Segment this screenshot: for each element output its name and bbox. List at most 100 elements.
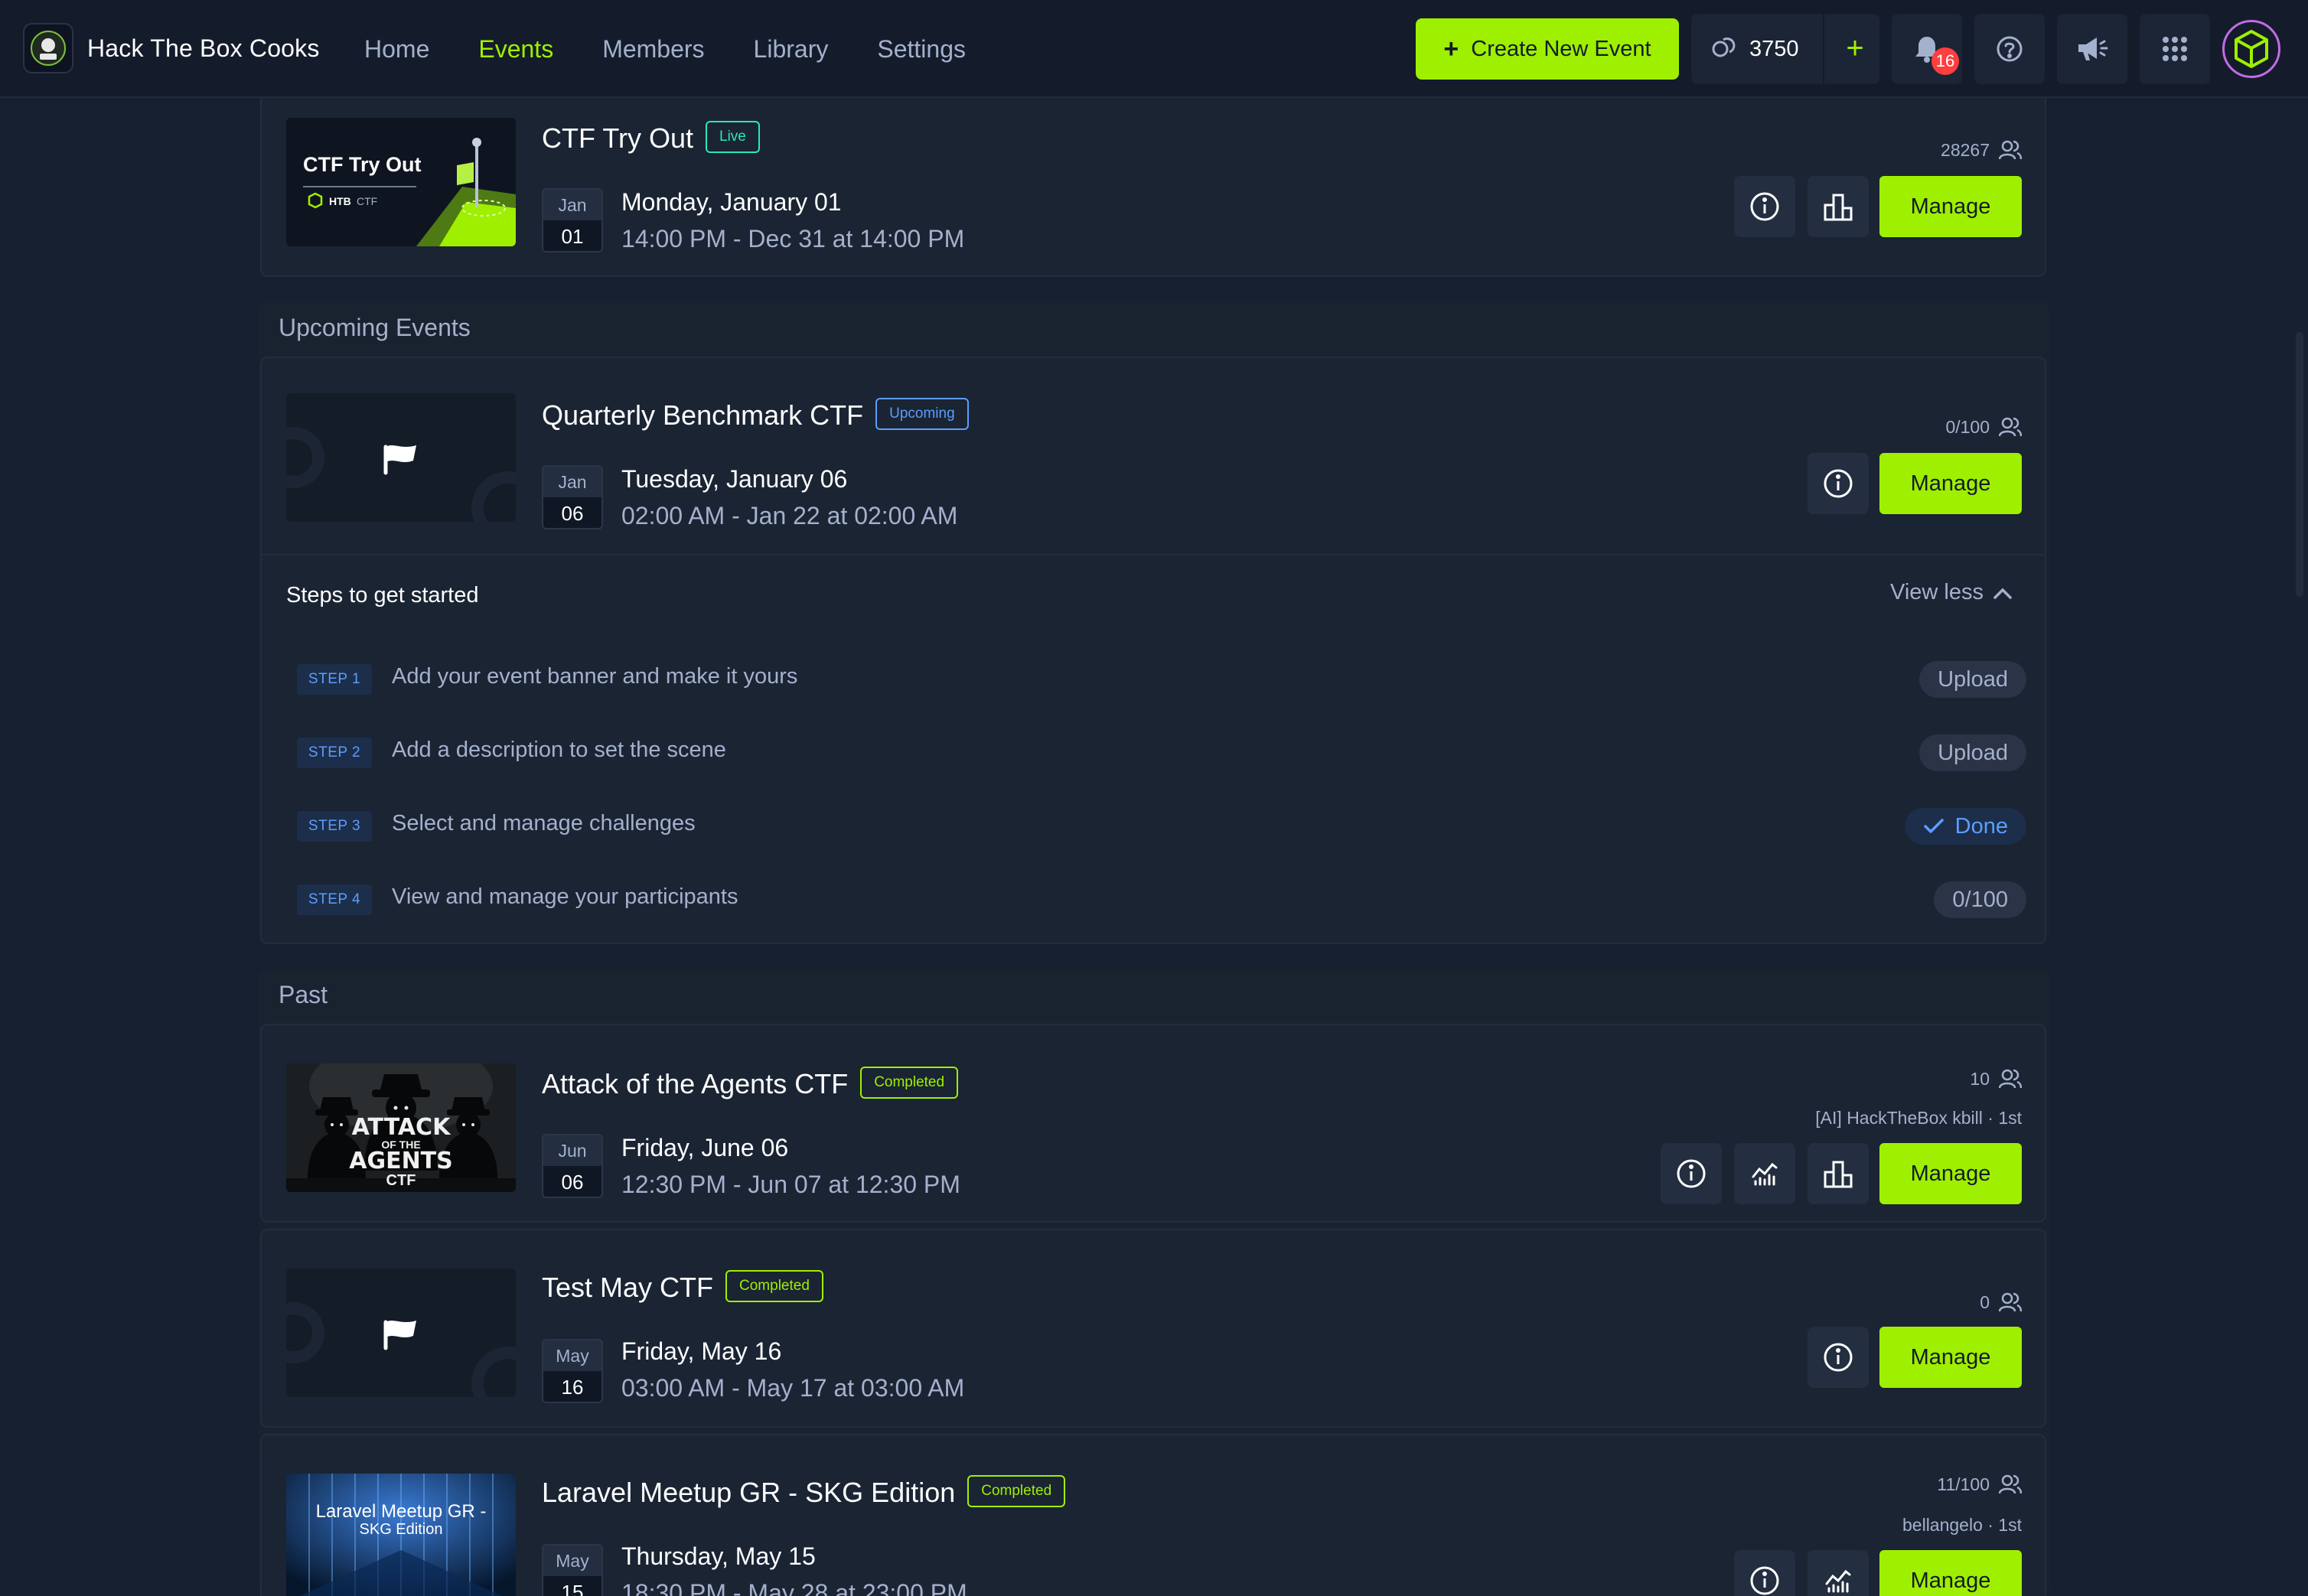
- user-avatar[interactable]: [2222, 20, 2280, 78]
- manage-button[interactable]: Manage: [1879, 453, 2022, 514]
- users-icon: [1999, 140, 2022, 160]
- nav-library[interactable]: Library: [754, 35, 829, 64]
- event-banner-image: Laravel Meetup GR - SKG Edition: [286, 1474, 516, 1596]
- winner-label: bellangelo · 1st: [1902, 1515, 2022, 1535]
- step-text: Add a description to set the scene: [392, 738, 726, 762]
- date-day: 15: [543, 1576, 601, 1596]
- notifications-button[interactable]: 16: [1892, 14, 1962, 84]
- section-title: Upcoming Events: [279, 314, 471, 341]
- date-box: Jan 06: [542, 465, 603, 529]
- step-text: View and manage your participants: [392, 884, 738, 909]
- info-button[interactable]: [1808, 453, 1869, 514]
- banner-line-4: CTF: [386, 1172, 416, 1189]
- steps-panel: Steps to get started View less STEP 1 Ad…: [260, 554, 2046, 944]
- view-less-label: View less: [1890, 580, 1984, 604]
- step-tag: STEP 4: [297, 884, 372, 915]
- challenges-done-button[interactable]: Done: [1904, 808, 2026, 845]
- date-day: 06: [543, 497, 601, 528]
- brand[interactable]: Hack The Box Cooks: [23, 23, 320, 73]
- stats-button[interactable]: [1734, 1143, 1795, 1204]
- steps-title: Steps to get started: [286, 583, 479, 607]
- date-box: Jan 01: [542, 188, 603, 252]
- manage-button[interactable]: Manage: [1879, 176, 2022, 237]
- announcements-button[interactable]: [2057, 14, 2127, 84]
- event-day: Tuesday, January 06: [621, 465, 848, 493]
- event-title: Quarterly Benchmark CTF Upcoming: [542, 398, 969, 433]
- users-icon: [1999, 1292, 2022, 1312]
- info-button[interactable]: [1808, 1327, 1869, 1388]
- status-badge: Completed: [725, 1270, 823, 1303]
- scrollbar-thumb[interactable]: [2296, 332, 2303, 597]
- nav-settings[interactable]: Settings: [877, 35, 966, 64]
- grid-icon: [2163, 37, 2187, 61]
- date-month: Jan: [543, 467, 601, 497]
- event-card-past: Laravel Meetup GR - SKG Edition Laravel …: [260, 1434, 2046, 1596]
- step-action-label: Upload: [1938, 741, 2008, 765]
- participant-count-value: 10: [1970, 1068, 1990, 1089]
- participant-count-value: 28267: [1941, 139, 1990, 160]
- banner-line-1: Laravel Meetup GR -: [315, 1501, 487, 1522]
- event-title: Attack of the Agents CTF Completed: [542, 1067, 959, 1102]
- winner-label: [AI] HackTheBox kbill · 1st: [1815, 1108, 2022, 1128]
- coins-icon: [1710, 34, 1737, 65]
- date-day: 16: [543, 1371, 601, 1402]
- manage-button[interactable]: Manage: [1879, 1327, 2022, 1388]
- brand-name: Hack The Box Cooks: [87, 34, 320, 62]
- banner-sub2: CTF: [357, 195, 378, 207]
- event-title-text: Test May CTF: [542, 1272, 714, 1303]
- users-icon: [1999, 1474, 2022, 1494]
- view-less-toggle[interactable]: View less: [1890, 580, 2013, 605]
- info-icon: [1824, 469, 1853, 498]
- manage-button[interactable]: Manage: [1879, 1143, 2022, 1204]
- upload-banner-button[interactable]: Upload: [1919, 661, 2026, 698]
- step-action-label: 0/100: [1952, 888, 2008, 912]
- step-action-label: Upload: [1938, 667, 2008, 692]
- chevron-up-icon: [1993, 588, 2012, 599]
- event-time: 12:30 PM - Jun 07 at 12:30 PM: [621, 1171, 960, 1198]
- leaderboard-button[interactable]: [1808, 1143, 1869, 1204]
- info-button[interactable]: [1661, 1143, 1722, 1204]
- step-row: STEP 4 View and manage your participants…: [297, 878, 2026, 921]
- stats-button[interactable]: [1808, 1550, 1869, 1596]
- event-time: 02:00 AM - Jan 22 at 02:00 AM: [621, 502, 958, 529]
- leaderboard-button[interactable]: [1808, 176, 1869, 237]
- upload-description-button[interactable]: Upload: [1919, 734, 2026, 771]
- help-button[interactable]: [1974, 14, 2045, 84]
- step-row: STEP 1 Add your event banner and make it…: [297, 658, 2026, 701]
- status-badge: Completed: [860, 1067, 959, 1099]
- create-event-button[interactable]: + Create New Event: [1416, 18, 1679, 80]
- event-day: Friday, June 06: [621, 1134, 789, 1161]
- event-time: 03:00 AM - May 17 at 03:00 AM: [621, 1374, 965, 1402]
- credits-divider: [1823, 14, 1824, 84]
- date-box: May 16: [542, 1339, 603, 1403]
- info-button[interactable]: [1734, 176, 1795, 237]
- date-box: May 15: [542, 1544, 603, 1596]
- info-button[interactable]: [1734, 1550, 1795, 1596]
- nav-events[interactable]: Events: [478, 35, 553, 64]
- manage-button[interactable]: Manage: [1879, 1550, 2022, 1596]
- status-badge: Completed: [967, 1475, 1066, 1508]
- leaderboard-icon: [1824, 194, 1853, 221]
- step-tag: STEP 1: [297, 664, 372, 695]
- date-month: May: [543, 1340, 601, 1371]
- step-text: Add your event banner and make it yours: [392, 664, 798, 689]
- event-banner-image: ATTACK OF THE AGENTS CTF: [286, 1063, 516, 1192]
- banner-line-3: AGENTS: [349, 1148, 453, 1174]
- participants-count-button[interactable]: 0/100: [1934, 881, 2026, 918]
- info-icon: [1677, 1159, 1706, 1188]
- date-month: May: [543, 1546, 601, 1576]
- add-credits-button[interactable]: +: [1837, 24, 1873, 73]
- scrollbar-track[interactable]: [2290, 98, 2308, 1596]
- stats-chart-icon: [1825, 1569, 1851, 1593]
- nav-home[interactable]: Home: [364, 35, 429, 64]
- nav-members[interactable]: Members: [602, 35, 704, 64]
- date-box: Jun 06: [542, 1134, 603, 1198]
- participant-count-value: 11/100: [1937, 1474, 1990, 1494]
- date-month: Jun: [543, 1135, 601, 1166]
- info-icon: [1750, 192, 1779, 221]
- top-navbar: Hack The Box Cooks Home Events Members L…: [0, 0, 2308, 98]
- step-row: STEP 3 Select and manage challenges Done: [297, 805, 2026, 848]
- participant-count: 10: [1970, 1068, 2022, 1090]
- credits-widget: 3750 +: [1691, 14, 1879, 84]
- apps-grid-button[interactable]: [2140, 14, 2210, 84]
